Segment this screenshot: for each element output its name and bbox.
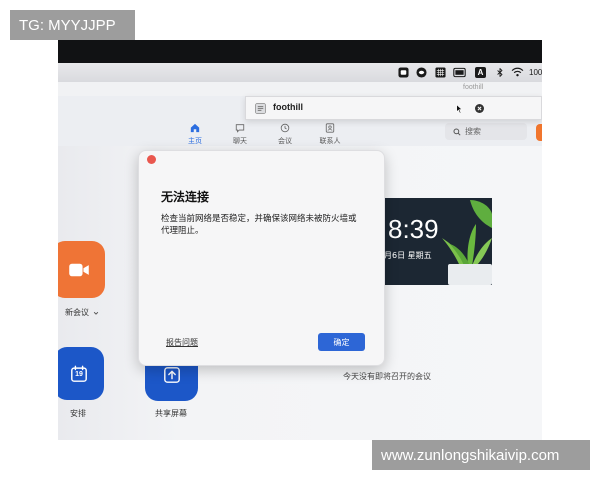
clear-icon[interactable] — [475, 104, 484, 113]
contacts-icon — [325, 123, 335, 133]
new-meeting-button[interactable] — [58, 241, 105, 298]
account-name: foothill — [273, 102, 303, 112]
record-icon[interactable] — [398, 67, 409, 78]
watermark-bottom-right: www.zunlongshikaivip.com — [372, 440, 590, 470]
watermark-top-left: TG: MYYJJPP — [10, 10, 135, 40]
new-meeting-label: 新会议 — [65, 308, 89, 317]
tab-home-label: 主页 — [188, 137, 202, 145]
clock-icon — [280, 123, 290, 133]
search-input[interactable]: 搜索 — [445, 123, 527, 140]
tab-contacts[interactable]: 联系人 — [310, 123, 350, 146]
meeting-app-icon[interactable] — [416, 67, 427, 78]
menu-bar: A 100 — [58, 63, 542, 82]
no-upcoming-meetings-text: 今天没有即将召开的会议 — [343, 372, 431, 381]
video-camera-icon — [68, 263, 89, 276]
report-problem-link[interactable]: 报告问题 — [166, 337, 198, 348]
search-icon — [453, 127, 461, 136]
screen-photo: A 100 foothill foothill 主页 聊天 会议 联系人 搜索 … — [58, 40, 542, 440]
tab-chat-label: 聊天 — [233, 137, 247, 145]
new-meeting-label-row[interactable]: 新会议 — [65, 307, 99, 318]
wifi-icon[interactable] — [511, 67, 524, 77]
ok-button[interactable]: 确定 — [318, 333, 365, 351]
battery-percentage[interactable]: 100 — [529, 67, 542, 78]
search-placeholder: 搜索 — [465, 127, 481, 136]
tab-meetings-label: 会议 — [278, 137, 292, 145]
dialog-title: 无法连接 — [161, 190, 210, 204]
home-icon — [190, 123, 200, 133]
dialog-message: 检查当前网络是否稳定，并确保该网络未被防火墙或 代理阻止。 — [161, 213, 357, 237]
schedule-button[interactable]: 19 — [58, 347, 104, 400]
tab-chat[interactable]: 聊天 — [220, 123, 260, 146]
bluetooth-icon[interactable] — [496, 67, 504, 78]
tab-home[interactable]: 主页 — [175, 123, 215, 146]
chevron-down-icon[interactable] — [93, 310, 99, 316]
input-source-icon[interactable]: A — [475, 67, 486, 78]
plant-illustration — [442, 200, 492, 285]
window-title-bar: foothill — [58, 82, 542, 96]
profile-button[interactable] — [536, 124, 542, 141]
tab-contacts-label: 联系人 — [319, 137, 341, 145]
schedule-label: 安排 — [70, 409, 86, 418]
account-popup[interactable]: foothill — [245, 96, 542, 120]
page: TG: MYYJJPP www.zunlongshikaivip.com A 1… — [0, 0, 600, 480]
window-title: foothill — [463, 84, 484, 91]
clock-time: 8:39 — [388, 214, 439, 244]
share-screen-icon — [163, 366, 180, 383]
chat-icon — [235, 124, 245, 133]
clock-widget: 8:39 月6日 星期五 — [382, 198, 492, 285]
share-screen-label: 共享屏幕 — [155, 409, 187, 418]
close-button[interactable] — [147, 155, 156, 164]
cursor-icon — [456, 104, 463, 114]
dialog-message-line: 检查当前网络是否稳定，并确保该网络未被防火墙或 — [161, 214, 357, 224]
calendar-icon: 19 — [70, 365, 88, 383]
account-icon[interactable] — [255, 103, 266, 114]
card-icon[interactable] — [453, 67, 466, 78]
screen-bezel — [58, 40, 542, 63]
grid-icon[interactable] — [435, 67, 446, 78]
clock-date: 月6日 星期五 — [384, 251, 432, 260]
calendar-day: 19 — [75, 370, 83, 378]
tab-meetings[interactable]: 会议 — [265, 123, 305, 146]
dialog-message-line: 代理阻止。 — [161, 226, 204, 236]
connection-error-dialog: 无法连接 检查当前网络是否稳定，并确保该网络未被防火墙或 代理阻止。 报告问题 … — [138, 150, 385, 366]
